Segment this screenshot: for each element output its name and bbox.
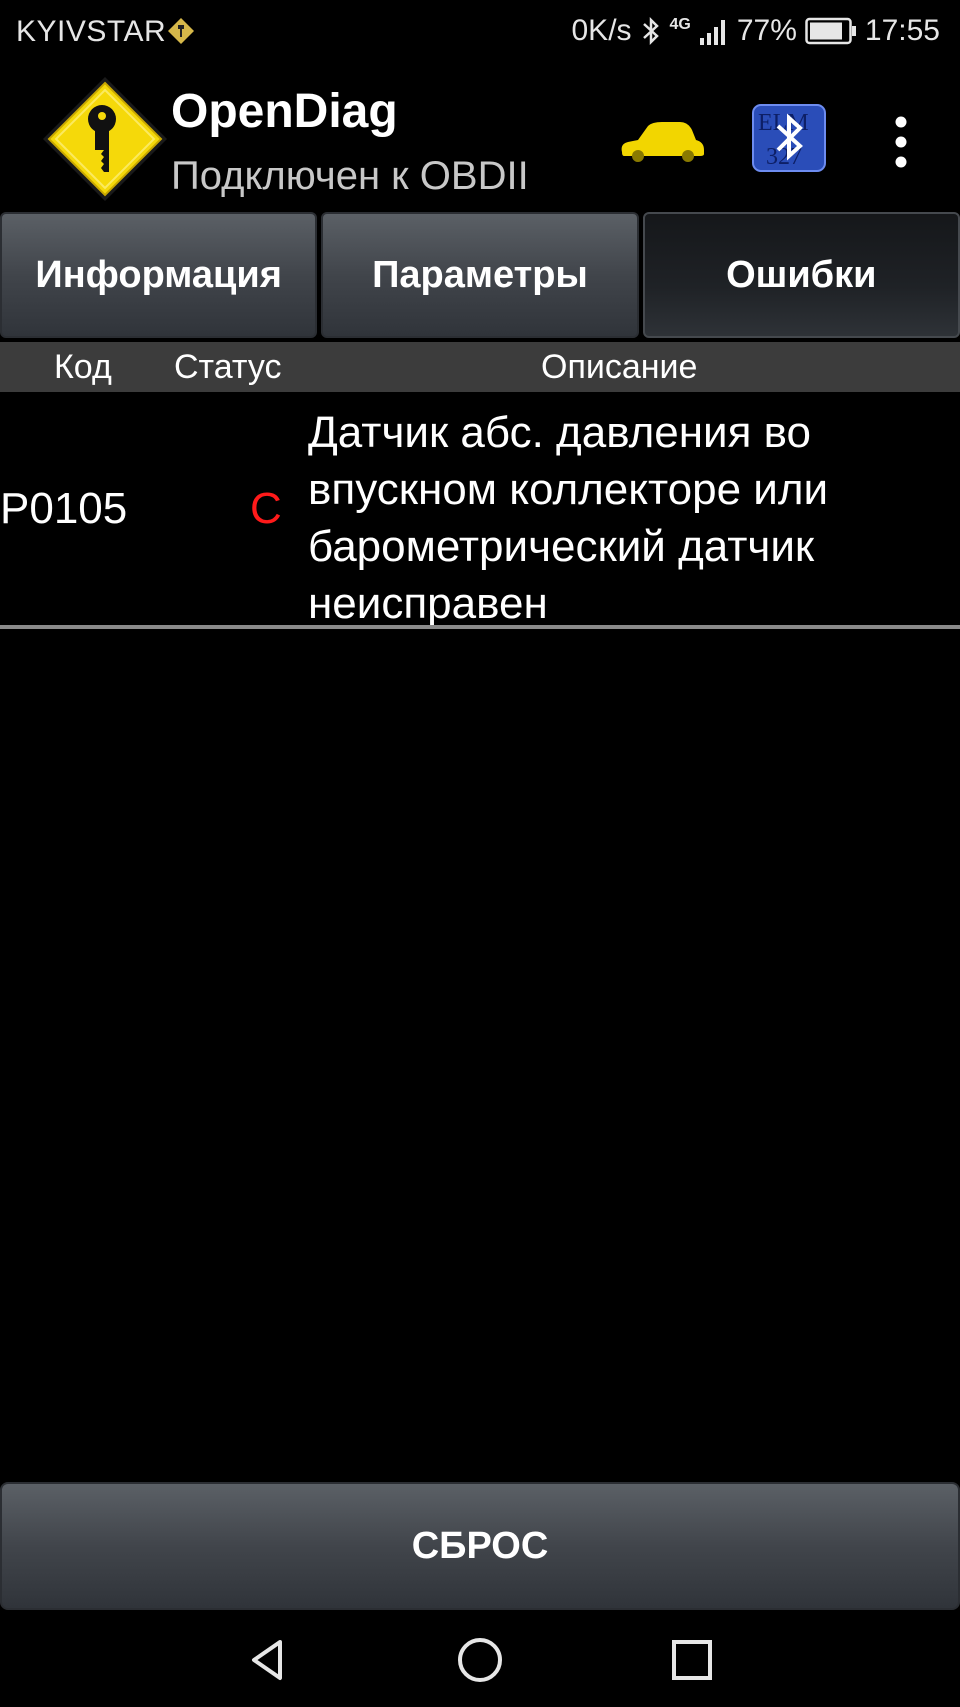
connection-status: Подключен к OBDII	[171, 154, 529, 198]
recents-icon[interactable]	[664, 1632, 720, 1688]
back-icon[interactable]	[240, 1632, 296, 1688]
navigation-bar	[0, 1612, 960, 1707]
error-description: Датчик абс. давления во впускном коллект…	[308, 408, 829, 628]
status-bar: KYIVSTAR 0K/s 4G 77% 17:55	[0, 0, 960, 66]
signal-icon	[699, 20, 725, 45]
tab-bar: Информация Параметры Ошибки	[0, 212, 960, 342]
row-divider	[0, 625, 960, 629]
car-icon[interactable]	[618, 118, 706, 164]
battery-percent: 77%	[736, 14, 797, 47]
carrier-sim-icon	[168, 18, 194, 44]
column-header-status: Статус	[174, 348, 282, 386]
tab-label: Параметры	[372, 253, 588, 296]
column-header-description: Описание	[541, 348, 698, 386]
clock: 17:55	[864, 14, 940, 47]
table-header: Код Статус Описание	[0, 342, 960, 392]
battery-icon	[805, 17, 856, 45]
tab-label: Информация	[35, 253, 282, 296]
reset-button[interactable]: СБРОС	[0, 1482, 960, 1610]
tab-label: Ошибки	[726, 253, 877, 296]
table-row[interactable]: P0105 C Датчик абс. давления во впускном…	[0, 394, 960, 628]
tab-errors[interactable]: Ошибки	[642, 212, 960, 338]
app-bar: OpenDiag Подключен к OBDII ELM 327	[0, 66, 960, 210]
key-diamond-logo-icon	[43, 77, 167, 201]
carrier-name: KYIVSTAR	[16, 15, 167, 48]
tab-information[interactable]: Информация	[0, 212, 318, 338]
error-status: C	[250, 484, 282, 533]
status-icons: 0K/s 4G 77% 17:55	[572, 14, 941, 48]
network-type: 4G	[669, 16, 691, 33]
column-header-code: Код	[54, 348, 112, 386]
bluetooth-icon	[642, 16, 659, 46]
data-speed: 0K/s	[571, 14, 632, 47]
error-code: P0105	[0, 484, 128, 533]
reset-button-label: СБРОС	[411, 1524, 549, 1567]
tab-parameters[interactable]: Параметры	[321, 212, 639, 338]
overflow-menu-icon[interactable]	[886, 114, 916, 170]
app-title: OpenDiag	[171, 85, 398, 138]
home-icon[interactable]	[452, 1632, 508, 1688]
elm327-bluetooth-icon[interactable]: ELM 327	[752, 104, 826, 172]
